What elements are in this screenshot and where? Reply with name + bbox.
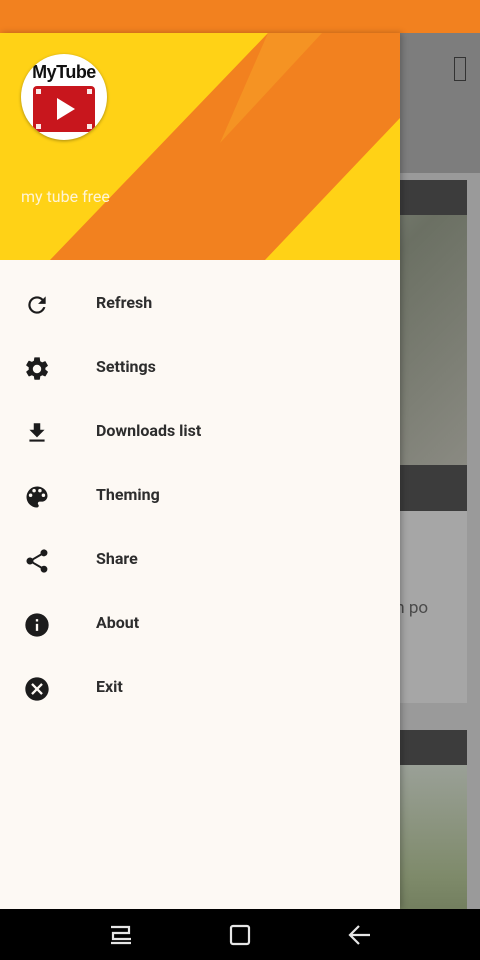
menu-item-refresh[interactable]: Refresh: [0, 271, 400, 335]
menu-item-share[interactable]: Share: [0, 527, 400, 591]
status-bar: [0, 0, 480, 33]
menu-item-label: Downloads list: [96, 421, 202, 440]
system-navigation-bar: [0, 909, 480, 960]
back-icon[interactable]: [346, 921, 374, 949]
menu-item-label: About: [96, 613, 140, 632]
header-subtitle: my tube free: [21, 187, 110, 206]
play-icon: [33, 86, 95, 132]
share-icon: [23, 547, 51, 575]
menu-item-label: Settings: [96, 357, 156, 376]
palette-icon: [23, 483, 51, 511]
app-logo-text: MyTube: [32, 62, 96, 82]
menu-item-theming[interactable]: Theming: [0, 463, 400, 527]
menu-item-label: Theming: [96, 485, 160, 504]
menu-item-exit[interactable]: Exit: [0, 655, 400, 719]
download-icon: [23, 419, 51, 447]
toolbar-action-icon: [454, 57, 466, 81]
menu-item-downloads-list[interactable]: Downloads list: [0, 399, 400, 463]
app-logo: MyTube: [21, 54, 107, 140]
menu-item-settings[interactable]: Settings: [0, 335, 400, 399]
menu-item-about[interactable]: About: [0, 591, 400, 655]
recent-apps-icon[interactable]: [107, 921, 135, 949]
gear-icon: [23, 355, 51, 383]
drawer-header: MyTube my tube free: [0, 33, 400, 260]
navigation-drawer: MyTube my tube free Refresh Settings Dow…: [0, 33, 400, 909]
info-icon: [23, 611, 51, 639]
menu-item-label: Refresh: [96, 293, 153, 312]
menu-item-label: Share: [96, 549, 138, 568]
close-circle-icon: [23, 675, 51, 703]
home-icon[interactable]: [226, 921, 254, 949]
menu-item-label: Exit: [96, 677, 123, 696]
refresh-icon: [23, 291, 51, 319]
